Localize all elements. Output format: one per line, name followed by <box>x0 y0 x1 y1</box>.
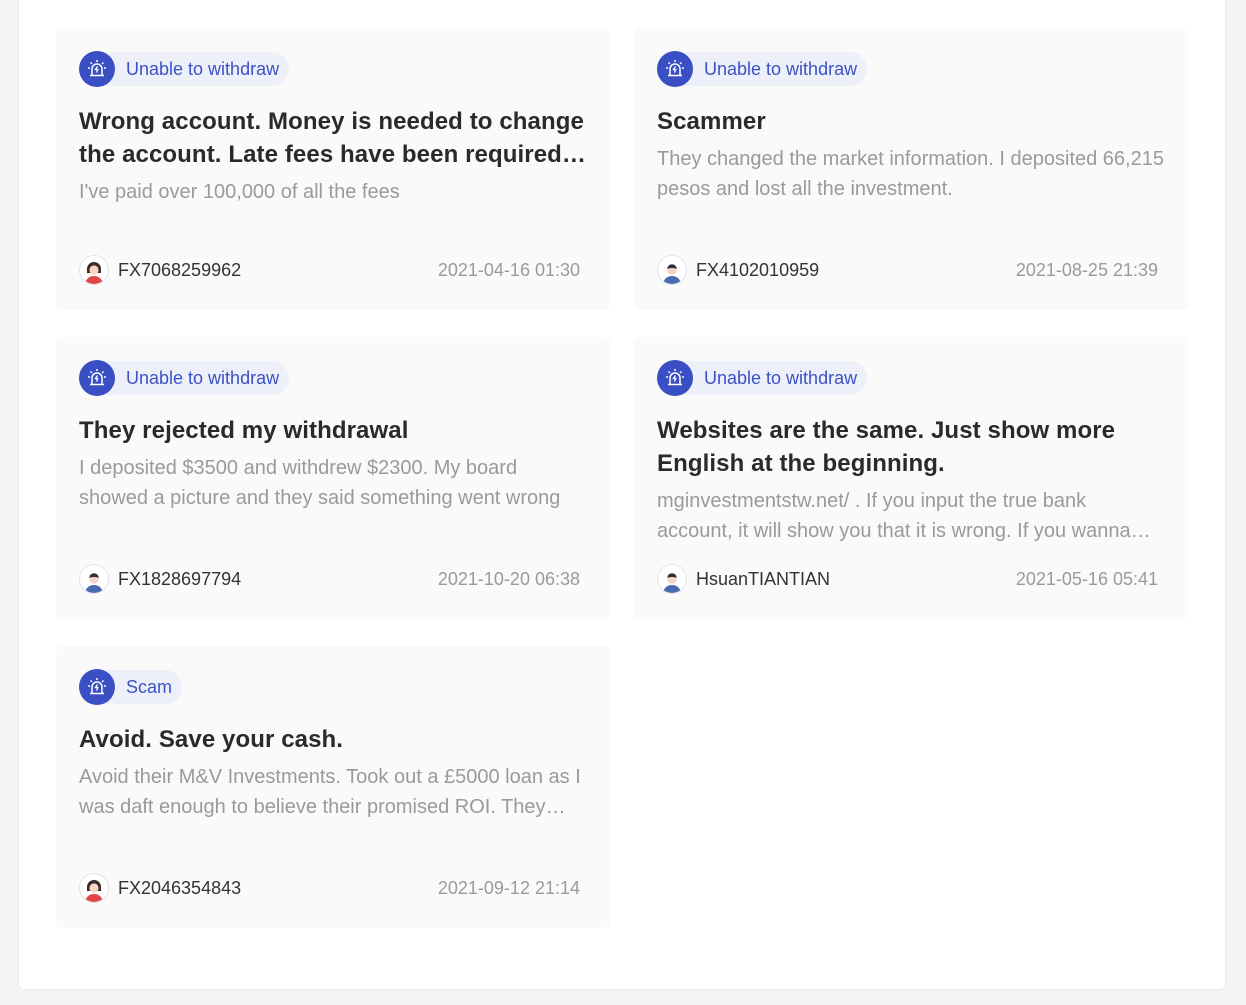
category-tag-label: Scam <box>126 676 173 697</box>
card-title: Websites are the same. Just show more En… <box>657 417 1116 477</box>
card-description: mginvestmentstw.net/ . If you input the … <box>657 490 1131 542</box>
male-avatar-icon <box>657 564 687 594</box>
category-tag: Unable to withdraw <box>657 50 868 87</box>
alarm-icon <box>79 359 115 396</box>
card-description: I deposited $3500 and withdrew $2300. My… <box>79 457 561 509</box>
post-date: 2021-04-16 01:30 <box>437 259 580 280</box>
alarm-icon <box>79 50 115 87</box>
author-name[interactable]: FX7068259962 <box>118 260 241 281</box>
card-title: They rejected my withdrawal <box>79 417 409 444</box>
exposure-card[interactable]: Unable to withdraw Websites are the same… <box>634 337 1188 619</box>
author-name[interactable]: FX1828697794 <box>118 569 241 590</box>
exposure-card[interactable]: Scam Avoid. Save your cash. Avoid their … <box>56 646 610 928</box>
card-description: I've paid over 100,000 of all the fees <box>79 181 400 203</box>
author-name[interactable]: FX4102010959 <box>696 260 819 281</box>
card-description: They changed the market information. I d… <box>657 148 1164 200</box>
male-avatar-icon <box>79 564 109 594</box>
alarm-icon <box>657 50 693 87</box>
exposure-card[interactable]: Unable to withdraw Wrong account. Money … <box>56 28 610 310</box>
category-tag-label: Unable to withdraw <box>126 367 280 388</box>
alarm-icon <box>79 668 115 705</box>
female-avatar-icon <box>79 873 109 903</box>
card-title: Scammer <box>657 108 766 135</box>
category-tag: Unable to withdraw <box>79 359 290 396</box>
category-tag-label: Unable to withdraw <box>704 367 858 388</box>
card-footer: FX7068259962 2021-04-16 01:30 <box>79 255 580 285</box>
alarm-icon <box>657 359 693 396</box>
card-footer: HsuanTIANTIAN 2021-05-16 05:41 <box>657 564 1158 594</box>
exposure-card[interactable]: Unable to withdraw Scammer They changed … <box>634 28 1188 310</box>
female-avatar-icon <box>79 255 109 285</box>
card-title: Avoid. Save your cash. <box>79 726 344 753</box>
post-date: 2021-05-16 05:41 <box>1015 568 1158 589</box>
category-tag: Unable to withdraw <box>79 50 290 87</box>
post-date: 2021-09-12 21:14 <box>437 877 580 898</box>
category-tag: Scam <box>79 668 183 705</box>
post-date: 2021-08-25 21:39 <box>1015 259 1158 280</box>
category-tag-label: Unable to withdraw <box>704 58 858 79</box>
category-tag-label: Unable to withdraw <box>126 58 280 79</box>
post-date: 2021-10-20 06:38 <box>437 568 580 589</box>
card-footer: FX1828697794 2021-10-20 06:38 <box>79 564 580 594</box>
card-footer: FX2046354843 2021-09-12 21:14 <box>79 873 580 903</box>
category-tag: Unable to withdraw <box>657 359 868 396</box>
author-name[interactable]: FX2046354843 <box>118 878 241 899</box>
author-name[interactable]: HsuanTIANTIAN <box>696 569 830 590</box>
card-footer: FX4102010959 2021-08-25 21:39 <box>657 255 1158 285</box>
male-avatar-icon <box>657 255 687 285</box>
card-title: Wrong account. Money is needed to change… <box>79 108 584 168</box>
card-description: Avoid their M&V Investments. Took out a … <box>79 766 581 818</box>
exposure-card[interactable]: Unable to withdraw They rejected my with… <box>56 337 610 619</box>
